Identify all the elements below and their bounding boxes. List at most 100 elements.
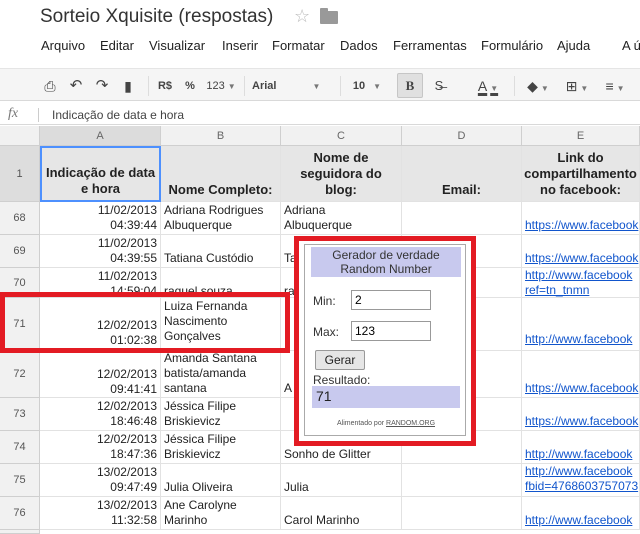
strikethrough-icon[interactable]: S̶ (430, 78, 448, 94)
cell-timestamp[interactable]: 13/02/2013 11:32:58 (40, 497, 161, 530)
link-text[interactable]: https://www.facebook (525, 251, 638, 265)
menu-formatar[interactable]: Formatar (272, 38, 325, 53)
menu-formulario[interactable]: Formulário (481, 38, 543, 53)
cell-link[interactable]: http://www.facebook (522, 497, 640, 530)
cell-link[interactable]: https://www.facebook (522, 351, 640, 398)
bold-button[interactable]: B (397, 73, 423, 98)
row-header[interactable]: 68 (0, 202, 40, 235)
align-icon[interactable]: ≡ ▼ (600, 78, 630, 94)
redo-icon[interactable]: ↷ (92, 78, 112, 94)
star-icon[interactable]: ☆ (294, 6, 310, 27)
cell-link[interactable]: http://www.facebook ref=tn_tnmn (522, 268, 640, 298)
cell-time: 11:32:58 (111, 513, 157, 527)
text-color-button[interactable]: A ▼ (476, 78, 500, 94)
column-header-d[interactable]: D (402, 126, 522, 146)
formula-input[interactable]: Indicação de data e hora (52, 108, 184, 122)
font-size-label: 10 (352, 80, 366, 92)
cell-name[interactable]: Ane Carolyne Marinho (161, 497, 281, 530)
row-header[interactable]: 74 (0, 431, 40, 464)
menu-visualizar[interactable]: Visualizar (149, 38, 205, 53)
column-header-a[interactable]: A (40, 126, 161, 146)
column-header-c[interactable]: C (281, 126, 402, 146)
currency-format-button[interactable]: R$ (154, 78, 176, 94)
cell-date: 12/02/2013 (96, 367, 157, 381)
header-cell-timestamp[interactable]: Indicação de data e hora (40, 146, 161, 202)
max-input[interactable]: 123 (351, 321, 431, 341)
cell-link[interactable]: http://www.facebook (522, 298, 640, 351)
font-family-dropdown[interactable]: Arial ▼ (252, 78, 332, 94)
row-header[interactable]: 76 (0, 497, 40, 530)
max-label: Max: (313, 325, 340, 339)
folder-icon[interactable] (320, 8, 338, 24)
menu-ajuda[interactable]: Ajuda (557, 38, 590, 53)
cell-link[interactable]: http://www.facebook fbid=4768603757073 (522, 464, 640, 497)
cell-email[interactable] (402, 497, 522, 530)
font-size-dropdown[interactable]: 10 ▼ (348, 78, 386, 94)
menu-arquivo[interactable]: Arquivo (41, 38, 85, 53)
header-cell-email[interactable]: Email: (402, 146, 522, 202)
row-header-1[interactable]: 1 (0, 146, 40, 202)
undo-icon[interactable]: ↶ (66, 78, 86, 94)
header-cell-blog[interactable]: Nome de seguidora do blog: (281, 146, 402, 202)
link-text[interactable]: http://www.facebook ref=tn_tnmn (525, 268, 632, 297)
cell-link[interactable]: https://www.facebook (522, 202, 640, 235)
link-text[interactable]: http://www.facebook fbid=4768603757073 (525, 464, 638, 493)
menu-inserir[interactable]: Inserir (222, 38, 258, 53)
number-format-label: 123 (206, 80, 225, 92)
header-cell-link[interactable]: Link do compartilhamento no facebook: (522, 146, 640, 202)
cell-blog[interactable]: Julia (281, 464, 402, 497)
paint-format-icon[interactable]: ▮ (118, 78, 138, 94)
number-format-dropdown[interactable]: 123 ▼ (203, 78, 239, 94)
link-text[interactable]: https://www.facebook (525, 414, 638, 428)
cell-blog[interactable]: Carol Marinho (281, 497, 402, 530)
cell-link[interactable]: http://www.facebook (522, 431, 640, 464)
cell-timestamp[interactable]: 12/02/2013 18:47:36 (40, 431, 161, 464)
row-header[interactable]: 72 (0, 351, 40, 398)
link-text[interactable]: https://www.facebook (525, 381, 638, 395)
document-title[interactable]: Sorteio Xquisite (respostas) (40, 6, 273, 28)
column-header-e[interactable]: E (522, 126, 640, 146)
link-text[interactable]: http://www.facebook (525, 332, 632, 346)
link-text[interactable]: http://www.facebook (525, 447, 632, 461)
cell-name[interactable]: Jéssica Filipe Briskievicz (161, 431, 281, 464)
menu-ferramentas[interactable]: Ferramentas (393, 38, 467, 53)
cell-name[interactable]: Tatiana Custódio (161, 235, 281, 268)
cell-timestamp[interactable]: 11/02/2013 04:39:55 (40, 235, 161, 268)
toolbar-divider (514, 76, 515, 96)
cell-link[interactable]: https://www.facebook (522, 235, 640, 268)
link-text[interactable]: http://www.facebook (525, 513, 632, 527)
menu-editar[interactable]: Editar (100, 38, 134, 53)
cell-date: 12/02/2013 (96, 432, 157, 446)
borders-icon[interactable]: ⊞ ▼ (562, 78, 592, 94)
cell-name[interactable]: Adriana Rodrigues Albuquerque (161, 202, 281, 235)
percent-format-button[interactable]: % (180, 78, 200, 94)
link-text[interactable]: https://www.facebook (525, 218, 638, 232)
cell-timestamp[interactable]: 13/02/2013 09:47:49 (40, 464, 161, 497)
cell-time: 04:39:55 (110, 251, 157, 265)
cell-timestamp[interactable]: 12/02/2013 09:41:41 (40, 351, 161, 398)
cell-email[interactable] (402, 202, 522, 235)
cell-email[interactable] (402, 464, 522, 497)
row-header[interactable]: 75 (0, 464, 40, 497)
random-org-link[interactable]: RANDOM.ORG (386, 420, 435, 427)
result-label: Resultado: (313, 373, 371, 387)
select-all-corner[interactable] (0, 126, 40, 146)
cell-name[interactable]: Julia Oliveira (161, 464, 281, 497)
cell-blog[interactable]: Adriana Albuquerque (281, 202, 402, 235)
menu-dados[interactable]: Dados (340, 38, 378, 53)
print-icon[interactable]: ⎙ (40, 78, 60, 94)
menu-last-edit[interactable]: A ú (622, 38, 640, 53)
generate-button[interactable]: Gerar (315, 350, 365, 370)
cell-name[interactable]: Jéssica Filipe Briskievicz (161, 398, 281, 431)
row-header[interactable] (0, 530, 40, 534)
row-header[interactable]: 69 (0, 235, 40, 268)
fill-color-icon[interactable]: ◆ ▼ (523, 78, 553, 94)
min-input[interactable]: 2 (351, 290, 431, 310)
cell-timestamp[interactable]: 11/02/2013 04:39:44 (40, 202, 161, 235)
column-header-b[interactable]: B (161, 126, 281, 146)
cell-timestamp[interactable]: 12/02/2013 18:46:48 (40, 398, 161, 431)
row-header[interactable]: 73 (0, 398, 40, 431)
cell-link[interactable]: https://www.facebook (522, 398, 640, 431)
cell-name[interactable]: Amanda Santana batista/amanda santana (161, 351, 281, 398)
header-cell-name[interactable]: Nome Completo: (161, 146, 281, 202)
